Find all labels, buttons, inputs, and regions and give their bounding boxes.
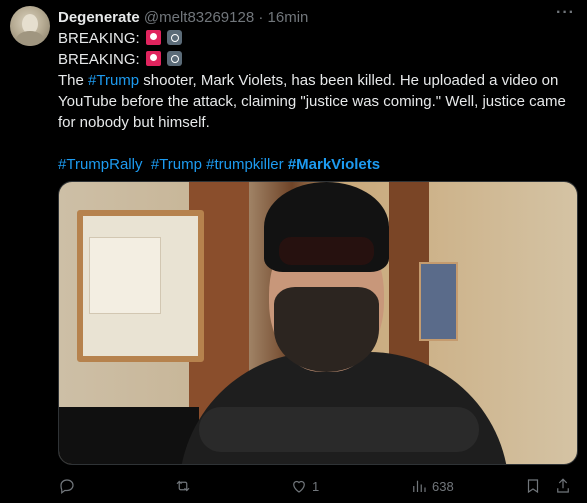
hashtag-row: #TrumpRally #Trump #trumpkiller #MarkVio…: [58, 154, 576, 175]
more-options-icon[interactable]: ···: [556, 4, 575, 22]
cabinet-reflection: [89, 237, 161, 314]
avatar-body: [16, 31, 44, 46]
breaking-label-2: BREAKING:: [58, 51, 140, 68]
heart-icon: [293, 480, 305, 493]
siren-emoji-icon: [145, 30, 161, 45]
tweet-media-image[interactable]: [58, 181, 578, 465]
reply-button[interactable]: [58, 476, 80, 496]
tweet-header: Degenerate @melt83269128 · 16min: [58, 8, 308, 27]
like-button[interactable]: 1: [290, 476, 319, 496]
views-button[interactable]: 638: [410, 476, 454, 496]
action-bar: 1 638: [58, 476, 576, 496]
author-name[interactable]: Degenerate: [58, 9, 140, 26]
avatar[interactable]: [10, 6, 50, 46]
share-icon: [557, 478, 569, 493]
person-sunglasses: [279, 237, 374, 265]
meta-separator: ·: [258, 9, 264, 26]
hashtag-link[interactable]: #MarkViolets: [288, 156, 380, 173]
wall-poster: [419, 262, 458, 341]
share-button[interactable]: [554, 476, 572, 496]
camera-emoji-icon: [167, 51, 183, 66]
tweet-card[interactable]: Degenerate @melt83269128 · 16min ··· BRE…: [0, 0, 587, 503]
dark-shelf: [59, 407, 199, 464]
post-time[interactable]: 16min: [268, 9, 309, 26]
breaking-line-2: BREAKING:: [58, 49, 576, 70]
person-beard: [274, 287, 379, 372]
views-icon: [413, 480, 426, 492]
repost-icon: [176, 480, 190, 492]
hashtag-link[interactable]: #Trump: [88, 72, 139, 89]
hashtag-link[interactable]: #Trump: [151, 156, 202, 173]
author-handle[interactable]: @melt83269128: [144, 9, 254, 26]
paragraph-start: The: [58, 72, 89, 89]
bookmark-icon: [527, 479, 539, 494]
breaking-label-1: BREAKING:: [58, 30, 140, 47]
hashtag-link[interactable]: #TrumpRally: [58, 156, 142, 173]
tweet-text: BREAKING: BREAKING: The #Trump shooter, …: [58, 28, 576, 175]
views-count: 638: [432, 478, 454, 494]
breaking-line-1: BREAKING:: [58, 28, 576, 49]
bookmark-button[interactable]: [524, 476, 542, 496]
siren-emoji-icon: [145, 51, 161, 66]
person-crossed-arms: [199, 407, 479, 452]
reply-icon: [60, 479, 74, 494]
repost-button[interactable]: [174, 476, 196, 496]
camera-emoji-icon: [167, 30, 183, 45]
like-count: 1: [312, 478, 320, 494]
hashtag-link[interactable]: #trumpkiller: [206, 156, 284, 173]
tweet-paragraph: The #Trump shooter, Mark Violets, has be…: [58, 70, 576, 133]
